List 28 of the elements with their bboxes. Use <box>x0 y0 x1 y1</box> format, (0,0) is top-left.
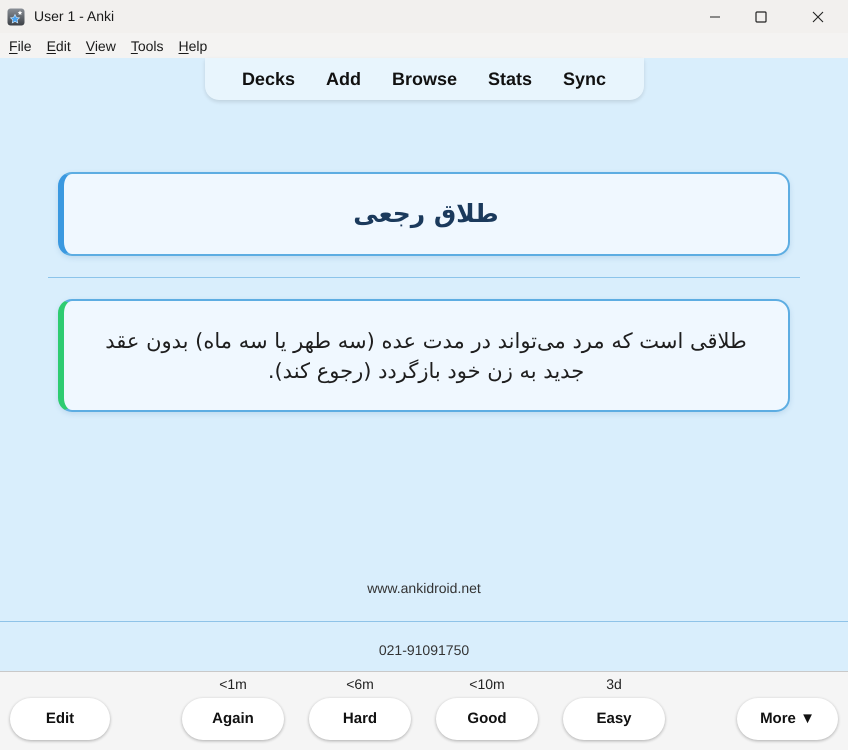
answer-button[interactable]: Hard <box>309 698 411 740</box>
star-tile-icon <box>7 8 25 26</box>
more-button[interactable]: More ▼ <box>737 698 838 740</box>
close-icon <box>812 10 824 22</box>
menu-item[interactable]: Edit <box>42 36 76 56</box>
toolbar-link[interactable]: Decks <box>234 66 302 92</box>
edit-button[interactable]: Edit <box>10 698 110 740</box>
interval-label: <10m <box>469 676 505 692</box>
phone-number-text: 021-91091750 <box>378 641 470 660</box>
toolbar-link[interactable]: Add <box>318 66 368 92</box>
website-text: www.ankidroid.net <box>367 579 481 598</box>
answer-button[interactable]: Easy <box>563 698 665 740</box>
interval-label: <6m <box>346 676 374 692</box>
question-text: طلاق رجعی <box>353 198 499 230</box>
answer-button[interactable]: Good <box>436 698 538 740</box>
interval-label: <1m <box>219 676 247 692</box>
menu-item[interactable]: Help <box>174 36 212 56</box>
answer-text: طلاقی است که مرد می‌تواند در مدت عده (سه طهر یا سه ماه) بدون عقد جدید به زن خود بازگردد (رجوع کند). <box>104 328 748 386</box>
menu-item[interactable]: File <box>4 36 37 56</box>
toolbar-link[interactable]: Sync <box>556 66 614 92</box>
menu-item[interactable]: View <box>80 36 121 56</box>
toolbar-link[interactable]: Stats <box>481 66 540 92</box>
toolbar-link[interactable]: Browse <box>384 66 464 92</box>
maximize-icon <box>755 10 767 22</box>
interval-label: 3d <box>606 676 622 692</box>
menu-item[interactable]: Tools <box>126 36 169 56</box>
window-title: User 1 - Anki <box>34 7 114 26</box>
answer-button[interactable]: Again <box>182 698 284 740</box>
